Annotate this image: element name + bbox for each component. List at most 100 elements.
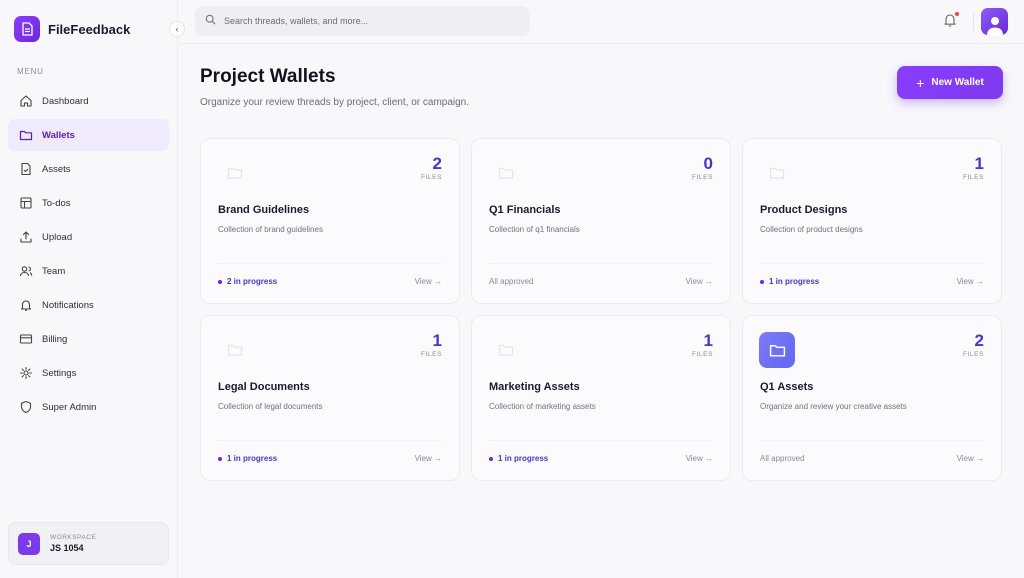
view-wallet-link[interactable]: View → <box>415 454 442 463</box>
sidebar-item-settings[interactable]: Settings <box>8 357 169 389</box>
user-avatar[interactable] <box>981 8 1008 35</box>
wallet-description: Collection of brand guidelines <box>218 225 323 234</box>
collapse-sidebar-button[interactable]: ‹ <box>169 21 185 37</box>
sidebar-item-label: Upload <box>42 231 73 243</box>
file-count: 2 FILES <box>421 155 442 181</box>
home-icon <box>19 94 33 108</box>
workspace-switcher[interactable]: J WORKSPACE JS 1054 <box>8 522 169 565</box>
brand[interactable]: FileFeedback <box>14 16 130 42</box>
status-dot <box>218 456 222 461</box>
sidebar-item-label: Settings <box>42 367 77 379</box>
view-wallet-link[interactable]: View → <box>415 277 442 286</box>
file-count-label: FILES <box>962 174 984 181</box>
file-count: 1 FILES <box>692 332 713 358</box>
card-divider <box>489 440 713 441</box>
sidebar-item-todos[interactable]: To-dos <box>8 187 169 219</box>
wallet-card[interactable]: 1 FILES Product Designs Collection of produ… <box>742 138 1002 304</box>
upload-icon <box>19 230 33 244</box>
search-icon <box>205 12 216 30</box>
wallet-card[interactable]: 2 FILES Brand Guidelines Collection of bran… <box>200 138 460 304</box>
file-count-label: FILES <box>420 174 442 181</box>
file-count-label: FILES <box>420 351 442 358</box>
credit-card-icon <box>19 332 33 346</box>
menu-label: MENU <box>17 67 44 76</box>
sidebar-item-billing[interactable]: Billing <box>8 323 169 355</box>
user-icon <box>986 17 1003 35</box>
status-dot <box>489 456 493 461</box>
wallet-status: All approved <box>489 277 533 286</box>
notifications-button[interactable] <box>943 12 959 30</box>
sidebar-nav: Dashboard Wallets Assets To-dos Upload T… <box>8 85 169 425</box>
wallet-description: Collection of legal documents <box>218 402 323 411</box>
file-logo-icon <box>14 16 40 42</box>
wallet-status-text: 1 in progress <box>227 454 278 463</box>
wallet-name: Q1 Financials <box>489 204 561 216</box>
folder-icon <box>217 155 253 191</box>
sidebar-item-notifications[interactable]: Notifications <box>8 289 169 321</box>
wallet-name: Marketing Assets <box>489 381 580 393</box>
wallet-card[interactable]: 0 FILES Q1 Financials Collection of q1 fina… <box>471 138 731 304</box>
sidebar-item-label: Billing <box>42 333 68 345</box>
workspace-label: WORKSPACE <box>50 534 97 541</box>
sidebar-item-label: Dashboard <box>42 95 89 107</box>
file-count-label: FILES <box>962 351 984 358</box>
page-title: Project Wallets <box>200 66 336 87</box>
wallet-status: 2 in progress <box>218 277 277 286</box>
wallet-name: Brand Guidelines <box>218 204 310 216</box>
search-input[interactable]: Search threads, wallets, and more... <box>195 6 530 36</box>
folder-icon <box>217 332 253 368</box>
file-count-number: 2 <box>974 331 984 350</box>
wallet-description: Collection of q1 financials <box>489 225 580 234</box>
wallet-status: 1 in progress <box>489 454 548 463</box>
file-count-number: 1 <box>974 154 984 173</box>
wallet-status-text: 2 in progress <box>227 277 278 286</box>
card-divider <box>218 440 442 441</box>
wallet-status-text: 1 in progress <box>769 277 820 286</box>
sidebar-item-label: Team <box>42 265 66 277</box>
sidebar-item-wallets[interactable]: Wallets <box>8 119 169 151</box>
workspace-avatar: J <box>18 532 40 555</box>
file-check-icon <box>19 162 33 176</box>
page-subtitle: Organize your review threads by project,… <box>200 97 470 108</box>
file-count: 0 FILES <box>692 155 713 181</box>
new-wallet-button[interactable]: + New Wallet <box>897 66 1003 99</box>
wallet-card[interactable]: 2 FILES Q1 Assets Organize and review your … <box>742 315 1002 481</box>
sidebar-item-team[interactable]: Team <box>8 255 169 287</box>
status-dot <box>218 279 222 284</box>
sidebar-item-label: Assets <box>42 163 71 175</box>
file-count-number: 1 <box>432 331 442 350</box>
wallet-status: All approved <box>760 454 804 463</box>
shield-icon <box>19 400 33 414</box>
wallet-description: Collection of marketing assets <box>489 402 596 411</box>
bell-icon <box>19 298 33 312</box>
sidebar-item-label: Wallets <box>42 129 75 141</box>
file-count-label: FILES <box>691 174 713 181</box>
view-wallet-link[interactable]: View → <box>957 277 984 286</box>
wallet-card[interactable]: 1 FILES Marketing Assets Collection of mark… <box>471 315 731 481</box>
users-icon <box>19 264 33 278</box>
folder-icon <box>19 128 33 142</box>
wallet-status-text: All approved <box>760 454 805 463</box>
view-wallet-link[interactable]: View → <box>686 454 713 463</box>
file-count: 2 FILES <box>963 332 984 358</box>
folder-icon <box>759 332 795 368</box>
sidebar-item-assets[interactable]: Assets <box>8 153 169 185</box>
folder-icon <box>488 155 524 191</box>
card-divider <box>489 263 713 264</box>
status-dot <box>760 279 764 284</box>
gear-icon <box>19 366 33 380</box>
wallet-description: Collection of product designs <box>760 225 863 234</box>
wallet-status: 1 in progress <box>760 277 819 286</box>
sidebar-item-upload[interactable]: Upload <box>8 221 169 253</box>
file-count-number: 2 <box>432 154 442 173</box>
wallet-card[interactable]: 1 FILES Legal Documents Collection of legal… <box>200 315 460 481</box>
view-wallet-link[interactable]: View → <box>957 454 984 463</box>
sidebar-item-dashboard[interactable]: Dashboard <box>8 85 169 117</box>
sidebar-item-label: Super Admin <box>42 401 97 413</box>
view-wallet-link[interactable]: View → <box>686 277 713 286</box>
sidebar-item-super-admin[interactable]: Super Admin <box>8 391 169 423</box>
card-divider <box>218 263 442 264</box>
plus-icon: + <box>916 74 925 91</box>
card-divider <box>760 440 984 441</box>
file-count-number: 1 <box>703 331 713 350</box>
